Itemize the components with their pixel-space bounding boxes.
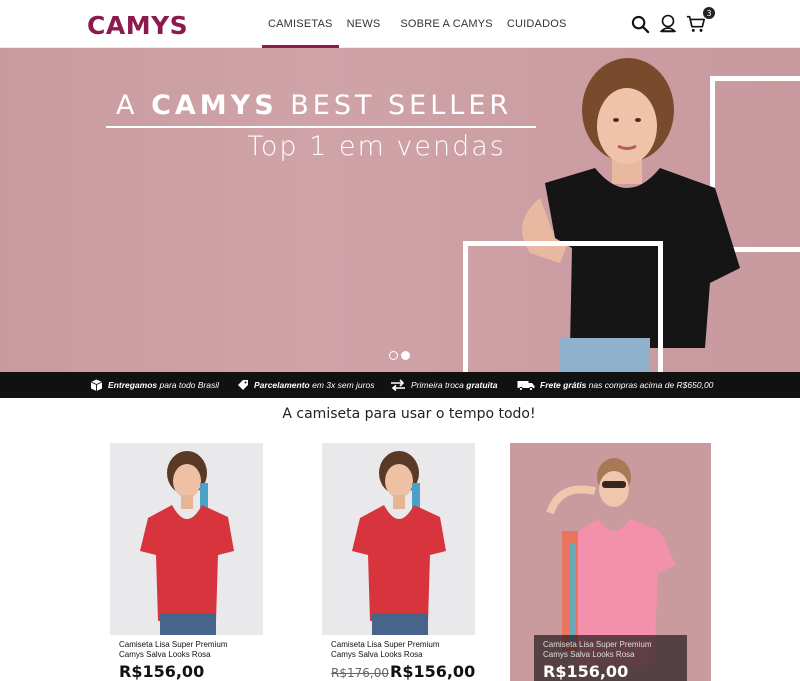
benefit-delivery: Entregamos para todo Brasil xyxy=(90,372,219,398)
hero-title: A CAMYS BEST SELLER xyxy=(116,90,513,121)
benefits-bar: Entregamos para todo Brasil Parcelamento… xyxy=(0,372,800,398)
product-name[interactable]: Camiseta Lisa Super Premium Camys Salva … xyxy=(543,640,651,660)
nav-item-cuidados[interactable]: CUIDADOS xyxy=(501,0,573,48)
product-card[interactable]: Camiseta Lisa Super Premium Camys Salva … xyxy=(510,443,711,681)
brand-logo[interactable]: CAMYS xyxy=(87,11,188,40)
product-price: R$156,00 xyxy=(390,662,476,681)
carousel-dots xyxy=(389,351,410,360)
hero-subtitle: Top 1 em vendas xyxy=(247,131,506,162)
site-header: CAMYS CAMISETAS NEWS SOBRE A CAMYS CUIDA… xyxy=(0,0,800,48)
header-icons: 3 xyxy=(630,7,715,34)
benefit-installments: Parcelamento em 3x sem juros xyxy=(237,372,374,398)
benefit-exchange: Primeira troca gratuita xyxy=(390,372,497,398)
search-icon[interactable] xyxy=(630,14,650,34)
nav-item-camisetas[interactable]: CAMISETAS xyxy=(262,0,339,48)
product-card[interactable]: Camiseta Lisa Super Premium Camys Salva … xyxy=(322,443,475,681)
cart-count-badge: 3 xyxy=(703,7,715,19)
product-old-price: R$176,00 xyxy=(331,666,389,680)
product-image[interactable] xyxy=(110,443,263,635)
benefit-free-shipping: Frete grátis nas compras acima de R$650,… xyxy=(517,372,713,398)
carousel-dot[interactable] xyxy=(389,351,398,360)
tag-icon xyxy=(238,380,248,390)
exchange-icon xyxy=(391,379,405,391)
nav-item-news[interactable]: NEWS xyxy=(341,0,387,48)
product-image[interactable] xyxy=(322,443,475,635)
product-price: R$156,00 xyxy=(119,662,205,681)
product-card[interactable]: Camiseta Lisa Super Premium Camys Salva … xyxy=(110,443,263,681)
hero-divider xyxy=(106,126,536,128)
nav-item-sobre[interactable]: SOBRE A CAMYS xyxy=(394,0,498,48)
product-price: R$156,00 xyxy=(543,662,629,681)
hero-banner[interactable]: A CAMYS BEST SELLER Top 1 em vendas xyxy=(0,48,800,372)
product-name[interactable]: Camiseta Lisa Super Premium Camys Salva … xyxy=(119,640,227,660)
carousel-dot-active[interactable] xyxy=(401,351,410,360)
box-icon xyxy=(90,379,103,391)
product-name[interactable]: Camiseta Lisa Super Premium Camys Salva … xyxy=(331,640,439,660)
hero-frame-decoration xyxy=(463,241,663,372)
main-nav: CAMISETAS NEWS SOBRE A CAMYS CUIDADOS xyxy=(262,0,573,48)
section-title: A camiseta para usar o tempo todo! xyxy=(282,406,536,422)
truck-icon xyxy=(517,380,535,391)
user-icon[interactable] xyxy=(658,14,678,34)
cart-icon[interactable]: 3 xyxy=(686,7,715,34)
